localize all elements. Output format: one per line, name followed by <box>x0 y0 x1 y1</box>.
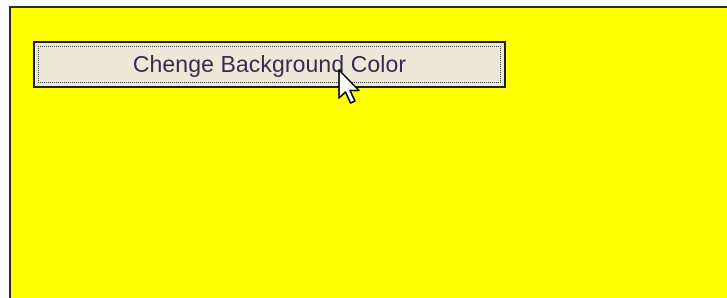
button-label: Chenge Background Color <box>132 51 407 77</box>
button-focus-ring: Chenge Background Color <box>38 46 501 83</box>
change-background-color-button[interactable]: Chenge Background Color <box>33 41 506 88</box>
page-canvas: Chenge Background Color <box>9 6 727 298</box>
